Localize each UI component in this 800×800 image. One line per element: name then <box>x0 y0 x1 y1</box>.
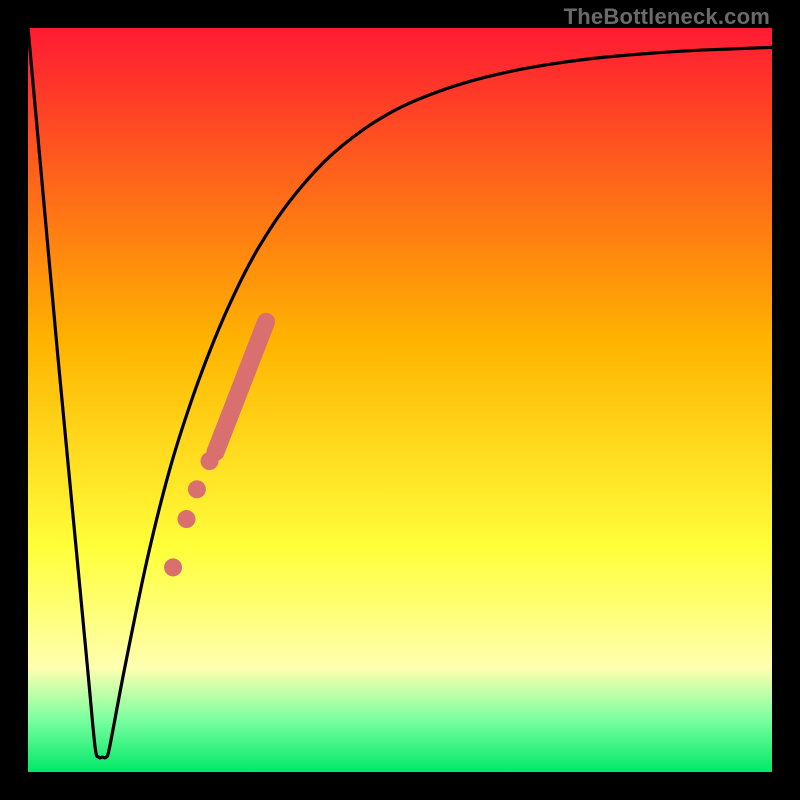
data-marker <box>188 480 206 498</box>
highlight-segment <box>215 322 266 452</box>
bottleneck-curve <box>28 28 772 758</box>
data-markers <box>164 452 218 576</box>
data-marker <box>164 558 182 576</box>
data-marker <box>201 452 219 470</box>
chart-overlay <box>28 28 772 772</box>
watermark: TheBottleneck.com <box>564 4 770 30</box>
data-marker <box>177 510 195 528</box>
